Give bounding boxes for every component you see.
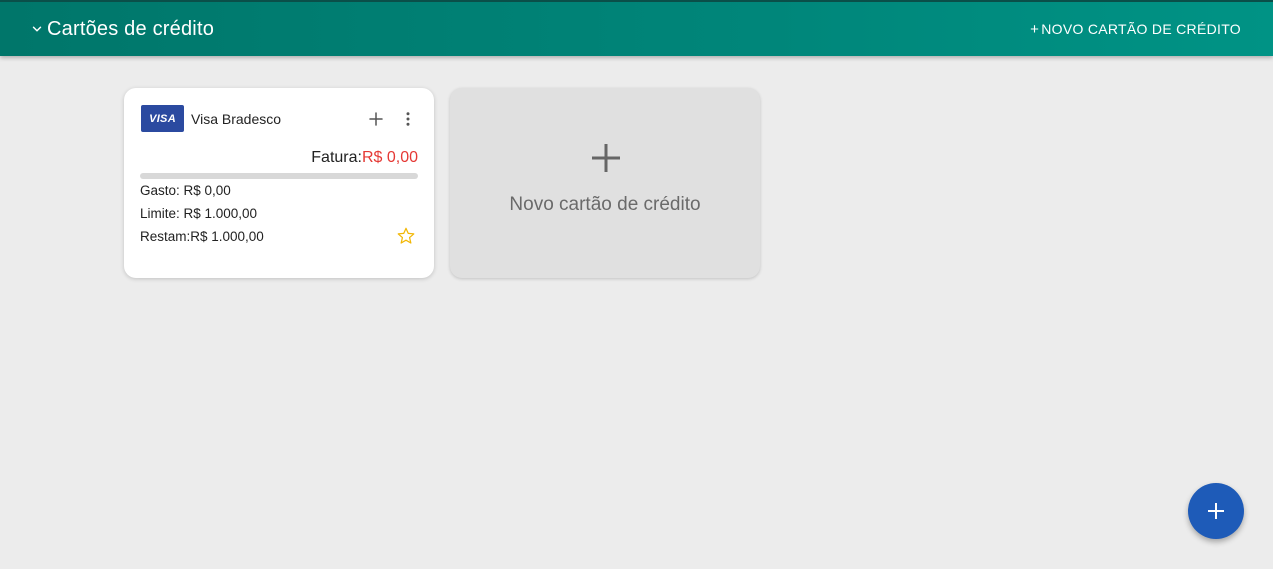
new-credit-card-button[interactable]: + NOVO CARTÃO DE CRÉDITO [1030,21,1241,37]
plus-icon[interactable] [367,110,385,128]
plus-icon [592,144,620,172]
invoice-label: Fatura: [311,149,362,166]
app-header: Cartões de crédito + NOVO CARTÃO DE CRÉD… [0,0,1273,56]
spent-amount: Gasto: R$ 0,00 [140,183,231,198]
section-toggle[interactable]: Cartões de crédito [30,16,214,42]
add-credit-card-label: Novo cartão de crédito [509,194,701,215]
star-outline-icon[interactable] [396,226,416,246]
invoice-value: R$ 0,00 [361,149,418,166]
more-vert-icon[interactable] [400,110,416,128]
card-name: Visa Bradesco [191,111,282,127]
invoice-row: Fatura: R$ 0,00 [311,149,418,167]
plus-icon: + [1030,20,1040,38]
usage-progress-bar [140,173,418,179]
remaining-amount: Restam:R$ 1.000,00 [140,229,264,244]
new-credit-card-label: NOVO CARTÃO DE CRÉDITO [1041,21,1241,37]
add-fab-button[interactable] [1188,483,1244,539]
visa-logo: VISA [141,105,184,132]
chevron-down-icon [32,26,42,32]
plus-icon [1208,503,1224,519]
add-credit-card-tile[interactable]: Novo cartão de crédito [450,88,760,278]
limit-amount: Limite: R$ 1.000,00 [140,206,258,221]
credit-card-tile[interactable]: VISA Visa Bradesco Fatura: R$ 0,00 Gasto… [124,88,434,278]
page-title: Cartões de crédito [47,17,215,40]
